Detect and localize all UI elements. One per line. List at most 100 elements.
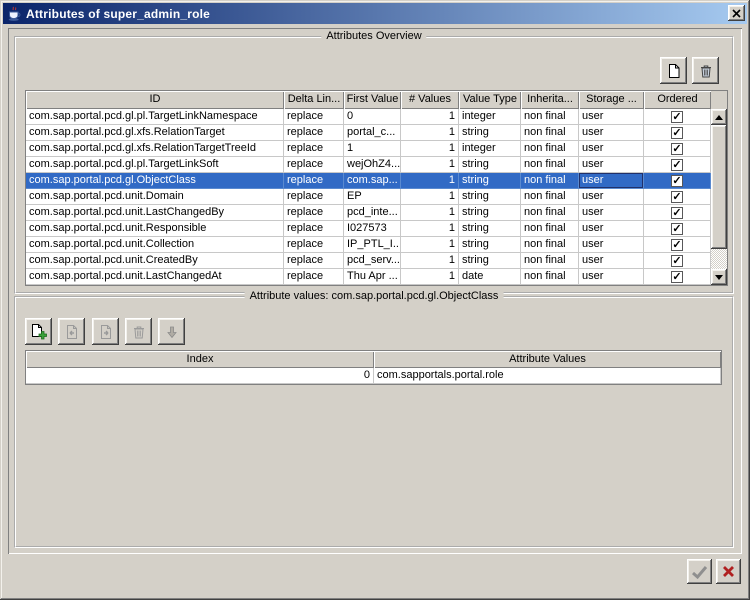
cell-storage[interactable]: user [579,157,644,173]
cell-storage[interactable]: user [579,269,644,285]
cell-inheritance[interactable]: non final [521,221,579,237]
table-row[interactable]: com.sap.portal.pcd.unit.Responsible repl… [26,221,727,237]
table-row[interactable]: com.sap.portal.pcd.gl.xfs.RelationTarget… [26,141,727,157]
cell-num-values[interactable]: 1 [401,157,459,173]
cell-inheritance[interactable]: non final [521,141,579,157]
edit-value-button[interactable] [58,318,85,345]
cell-first-value[interactable]: 1 [344,141,401,157]
cell-inheritance[interactable]: non final [521,189,579,205]
column-header-index[interactable]: Index [26,351,374,368]
new-attribute-button[interactable] [660,57,687,84]
cell-id[interactable]: com.sap.portal.pcd.gl.pl.TargetLinkNames… [26,109,284,125]
table-row[interactable]: com.sap.portal.pcd.gl.ObjectClass replac… [26,173,727,189]
cell-storage[interactable]: user [579,253,644,269]
cell-value-type[interactable]: string [459,125,521,141]
table-row[interactable]: com.sap.portal.pcd.gl.pl.TargetLinkSoft … [26,157,727,173]
cell-inheritance[interactable]: non final [521,157,579,173]
cell-ordered[interactable] [644,205,711,221]
cell-id[interactable]: com.sap.portal.pcd.unit.LastChangedAt [26,269,284,285]
cell-num-values[interactable]: 1 [401,109,459,125]
cell-ordered[interactable] [644,221,711,237]
cell-inheritance[interactable]: non final [521,237,579,253]
cell-value-type[interactable]: string [459,253,521,269]
cell-value-type[interactable]: string [459,157,521,173]
scroll-down-button[interactable] [711,269,727,285]
cell-value-type[interactable]: string [459,237,521,253]
title-bar[interactable]: Attributes of super_admin_role [3,3,747,24]
cell-delta-link[interactable]: replace [284,125,344,141]
ordered-checkbox[interactable] [671,271,683,283]
cell-id[interactable]: com.sap.portal.pcd.unit.Collection [26,237,284,253]
cell-id[interactable]: com.sap.portal.pcd.unit.CreatedBy [26,253,284,269]
ordered-checkbox[interactable] [671,239,683,251]
cell-first-value[interactable]: EP [344,189,401,205]
ordered-checkbox[interactable] [671,175,683,187]
column-header-attribute-values[interactable]: Attribute Values [374,351,721,368]
scrollbar-thumb[interactable] [711,125,727,249]
cell-storage[interactable]: user [579,173,644,189]
cell-ordered[interactable] [644,237,711,253]
ordered-checkbox[interactable] [671,223,683,235]
move-value-down-button[interactable] [158,318,185,345]
cell-id[interactable]: com.sap.portal.pcd.gl.ObjectClass [26,173,284,189]
cell-delta-link[interactable]: replace [284,237,344,253]
cell-num-values[interactable]: 1 [401,221,459,237]
cell-ordered[interactable] [644,253,711,269]
ordered-checkbox[interactable] [671,127,683,139]
cell-delta-link[interactable]: replace [284,141,344,157]
cell-ordered[interactable] [644,141,711,157]
cell-storage[interactable]: user [579,109,644,125]
cell-storage[interactable]: user [579,125,644,141]
cell-ordered[interactable] [644,173,711,189]
delete-value-button[interactable] [125,318,152,345]
cell-num-values[interactable]: 1 [401,205,459,221]
table-row[interactable]: com.sap.portal.pcd.unit.Collection repla… [26,237,727,253]
cell-value-type[interactable]: integer [459,109,521,125]
cell-ordered[interactable] [644,109,711,125]
table-row[interactable]: com.sap.portal.pcd.gl.xfs.RelationTarget… [26,125,727,141]
cell-first-value[interactable]: com.sap... [344,173,401,189]
value-row[interactable]: 0 com.sapportals.portal.role [26,368,721,384]
cell-num-values[interactable]: 1 [401,189,459,205]
column-header-id[interactable]: ID [26,91,284,109]
cell-storage[interactable]: user [579,141,644,157]
cell-first-value[interactable]: Thu Apr ... [344,269,401,285]
cell-delta-link[interactable]: replace [284,157,344,173]
ok-button[interactable] [687,559,712,584]
cell-num-values[interactable]: 1 [401,141,459,157]
cell-num-values[interactable]: 1 [401,253,459,269]
cell-ordered[interactable] [644,157,711,173]
cell-first-value[interactable]: 0 [344,109,401,125]
cell-inheritance[interactable]: non final [521,173,579,189]
table-row[interactable]: com.sap.portal.pcd.unit.LastChangedAt re… [26,269,727,285]
ordered-checkbox[interactable] [671,255,683,267]
cell-value-type[interactable]: string [459,205,521,221]
cell-delta-link[interactable]: replace [284,173,344,189]
column-header-ordered[interactable]: Ordered [644,91,711,109]
cell-id[interactable]: com.sap.portal.pcd.unit.Responsible [26,221,284,237]
cell-first-value[interactable]: IP_PTL_I... [344,237,401,253]
attributes-table-scrollbar[interactable] [711,109,727,285]
scroll-up-button[interactable] [711,109,727,125]
close-button[interactable] [728,5,745,21]
add-value-button[interactable] [25,318,52,345]
cell-value-type[interactable]: integer [459,141,521,157]
cell-num-values[interactable]: 1 [401,237,459,253]
cell-inheritance[interactable]: non final [521,253,579,269]
export-value-button[interactable] [92,318,119,345]
cell-first-value[interactable]: wejOhZ4... [344,157,401,173]
cell-delta-link[interactable]: replace [284,189,344,205]
cell-id[interactable]: com.sap.portal.pcd.unit.Domain [26,189,284,205]
cell-first-value[interactable]: portal_c... [344,125,401,141]
cell-first-value[interactable]: pcd_inte... [344,205,401,221]
table-row[interactable]: com.sap.portal.pcd.gl.pl.TargetLinkNames… [26,109,727,125]
cell-inheritance[interactable]: non final [521,125,579,141]
cell-storage[interactable]: user [579,205,644,221]
cell-num-values[interactable]: 1 [401,269,459,285]
cell-attribute-value[interactable]: com.sapportals.portal.role [374,368,721,384]
cell-value-type[interactable]: string [459,189,521,205]
cell-storage[interactable]: user [579,221,644,237]
cell-num-values[interactable]: 1 [401,173,459,189]
cell-value-type[interactable]: date [459,269,521,285]
cell-id[interactable]: com.sap.portal.pcd.unit.LastChangedBy [26,205,284,221]
